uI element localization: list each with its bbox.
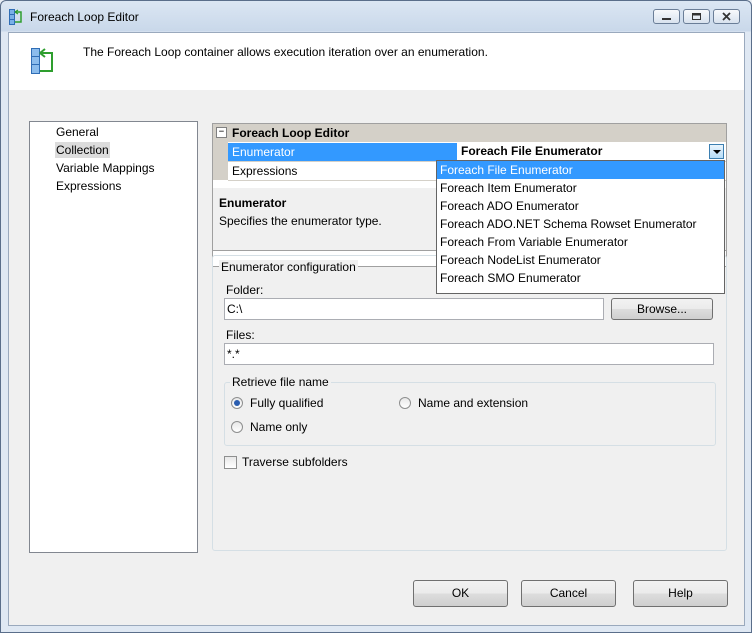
help-button[interactable]: Help: [633, 580, 728, 607]
fully-qualified-label[interactable]: Fully qualified: [250, 396, 323, 410]
browse-button[interactable]: Browse...: [611, 298, 713, 320]
fully-qualified-radio[interactable]: [231, 397, 243, 409]
foreach-loop-container-icon: [31, 48, 53, 74]
name-and-extension-radio[interactable]: [399, 397, 411, 409]
dialog-client-area: The Foreach Loop container allows execut…: [8, 32, 745, 626]
restore-icon: [692, 13, 701, 20]
property-category-header[interactable]: − Foreach Loop Editor: [213, 124, 726, 142]
help-title: Enumerator: [219, 196, 287, 210]
dropdown-option-nodelist[interactable]: Foreach NodeList Enumerator: [437, 251, 724, 269]
enumerator-dropdown-list: Foreach File Enumerator Foreach Item Enu…: [436, 160, 725, 294]
close-window-button[interactable]: [713, 9, 740, 24]
page-navigation-list: General Collection Variable Mappings Exp…: [29, 121, 198, 553]
dropdown-arrow-icon[interactable]: [709, 144, 724, 159]
retrieve-file-name-label: Retrieve file name: [230, 375, 331, 389]
retrieve-file-name-group: [224, 382, 716, 446]
cancel-button[interactable]: Cancel: [521, 580, 616, 607]
folder-input[interactable]: C:\: [224, 298, 604, 320]
foreach-loop-editor-window: Foreach Loop Editor The Foreach Loop con…: [0, 0, 752, 633]
header-description: The Foreach Loop container allows execut…: [83, 45, 488, 59]
minimize-button[interactable]: [653, 9, 680, 24]
name-and-extension-label[interactable]: Name and extension: [418, 396, 528, 410]
enumerator-combo[interactable]: Foreach File Enumerator: [458, 143, 725, 161]
folder-label: Folder:: [226, 283, 264, 297]
header-band: The Foreach Loop container allows execut…: [9, 33, 744, 90]
dropdown-option-smo[interactable]: Foreach SMO Enumerator: [437, 269, 724, 287]
property-grid-gutter: [213, 142, 228, 180]
nav-item-variable-mappings[interactable]: Variable Mappings: [55, 160, 156, 176]
close-icon: [722, 12, 731, 21]
maximize-button[interactable]: [683, 9, 710, 24]
name-only-label[interactable]: Name only: [250, 420, 307, 434]
property-name-expressions[interactable]: Expressions: [228, 162, 457, 180]
property-name-enumerator[interactable]: Enumerator: [228, 143, 457, 161]
dropdown-option-from-variable[interactable]: Foreach From Variable Enumerator: [437, 233, 724, 251]
files-input[interactable]: *.*: [224, 343, 714, 365]
dropdown-option-ado[interactable]: Foreach ADO Enumerator: [437, 197, 724, 215]
nav-item-general[interactable]: General: [55, 124, 100, 140]
minimize-icon: [662, 18, 671, 20]
dropdown-option-file[interactable]: Foreach File Enumerator: [437, 161, 724, 179]
ok-button[interactable]: OK: [413, 580, 508, 607]
enumerator-configuration-panel: Enumerator configuration Folder: C:\ Bro…: [212, 255, 727, 551]
collapse-icon[interactable]: −: [216, 127, 227, 138]
traverse-subfolders-checkbox[interactable]: [224, 456, 237, 469]
nav-item-expressions[interactable]: Expressions: [55, 178, 122, 194]
name-only-radio[interactable]: [231, 421, 243, 433]
title-bar[interactable]: Foreach Loop Editor: [1, 1, 751, 33]
enumerator-configuration-label: Enumerator configuration: [219, 260, 358, 274]
enumerator-value: Foreach File Enumerator: [461, 144, 603, 158]
traverse-subfolders-label[interactable]: Traverse subfolders: [242, 455, 348, 469]
dropdown-option-ado-net-schema[interactable]: Foreach ADO.NET Schema Rowset Enumerator: [437, 215, 724, 233]
property-category-label: Foreach Loop Editor: [232, 126, 350, 140]
files-label: Files:: [226, 328, 255, 342]
dropdown-option-item[interactable]: Foreach Item Enumerator: [437, 179, 724, 197]
help-description: Specifies the enumerator type.: [219, 214, 382, 228]
window-title: Foreach Loop Editor: [30, 10, 139, 24]
foreach-loop-icon: [9, 9, 22, 25]
nav-item-collection[interactable]: Collection: [55, 142, 110, 158]
